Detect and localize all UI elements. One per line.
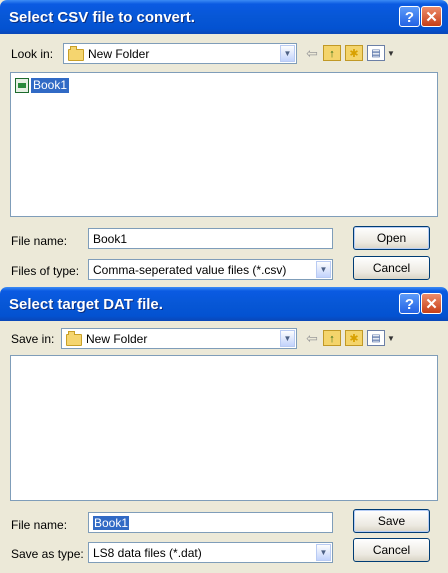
- file-name-input[interactable]: Book1: [88, 228, 333, 249]
- save-type-label: Save as type:: [11, 547, 84, 561]
- file-list[interactable]: [10, 355, 438, 501]
- dropdown-arrow-icon[interactable]: ▼: [316, 544, 331, 561]
- save-in-label: Save in:: [11, 332, 55, 346]
- save-button[interactable]: Save: [353, 509, 430, 533]
- up-folder-icon[interactable]: ↑: [323, 45, 341, 61]
- dropdown-arrow-icon[interactable]: ▼: [316, 261, 331, 278]
- up-folder-icon[interactable]: ↑: [323, 330, 341, 346]
- back-arrow-icon[interactable]: ⇦: [303, 45, 321, 61]
- back-arrow-icon[interactable]: ⇦: [303, 330, 321, 346]
- file-name-selection: Book1: [93, 516, 130, 530]
- cancel-button[interactable]: Cancel: [353, 256, 430, 280]
- help-button[interactable]: ?: [399, 6, 420, 27]
- title-bar[interactable]: Select target DAT file. ? ✕: [0, 287, 448, 321]
- file-type-label: Files of type:: [11, 264, 80, 278]
- new-folder-icon[interactable]: ✱: [345, 45, 363, 61]
- new-folder-icon[interactable]: ✱: [345, 330, 363, 346]
- close-button[interactable]: ✕: [421, 6, 442, 27]
- save-in-value: New Folder: [86, 332, 148, 346]
- open-csv-dialog: Select CSV file to convert. ? ✕ Look in:…: [0, 0, 448, 287]
- view-menu-arrow-icon[interactable]: ▼: [387, 334, 395, 343]
- file-name-label: File name:: [11, 518, 68, 532]
- save-in-dropdown[interactable]: New Folder ▼: [61, 328, 297, 349]
- open-button[interactable]: Open: [353, 226, 430, 250]
- file-name-label: File name:: [11, 234, 68, 248]
- view-menu-icon[interactable]: ▤: [367, 330, 385, 346]
- look-in-value: New Folder: [88, 47, 150, 61]
- save-dat-dialog: Select target DAT file. ? ✕ Save in: New…: [0, 287, 448, 573]
- view-menu-icon[interactable]: ▤: [367, 45, 385, 61]
- excel-file-icon: [15, 78, 29, 93]
- look-in-dropdown[interactable]: New Folder ▼: [63, 43, 297, 64]
- title-bar[interactable]: Select CSV file to convert. ? ✕: [0, 0, 448, 34]
- look-in-label: Look in:: [11, 47, 54, 61]
- view-menu-arrow-icon[interactable]: ▼: [387, 49, 395, 58]
- file-list[interactable]: Book1: [10, 72, 438, 217]
- save-type-value: LS8 data files (*.dat): [93, 546, 202, 560]
- dialog-title: Select CSV file to convert.: [9, 9, 195, 26]
- dialog-title: Select target DAT file.: [9, 296, 163, 313]
- file-name-input[interactable]: Book1: [88, 512, 333, 533]
- file-type-value: Comma-seperated value files (*.csv): [93, 263, 287, 277]
- folder-icon: [68, 46, 84, 61]
- dropdown-arrow-icon[interactable]: ▼: [280, 45, 295, 62]
- cancel-button[interactable]: Cancel: [353, 538, 430, 562]
- dropdown-arrow-icon[interactable]: ▼: [280, 330, 295, 347]
- file-item-name: Book1: [31, 78, 70, 93]
- close-button[interactable]: ✕: [421, 293, 442, 314]
- save-type-dropdown[interactable]: LS8 data files (*.dat) ▼: [88, 542, 333, 563]
- file-type-dropdown[interactable]: Comma-seperated value files (*.csv) ▼: [88, 259, 333, 280]
- folder-icon: [66, 331, 82, 346]
- help-button[interactable]: ?: [399, 293, 420, 314]
